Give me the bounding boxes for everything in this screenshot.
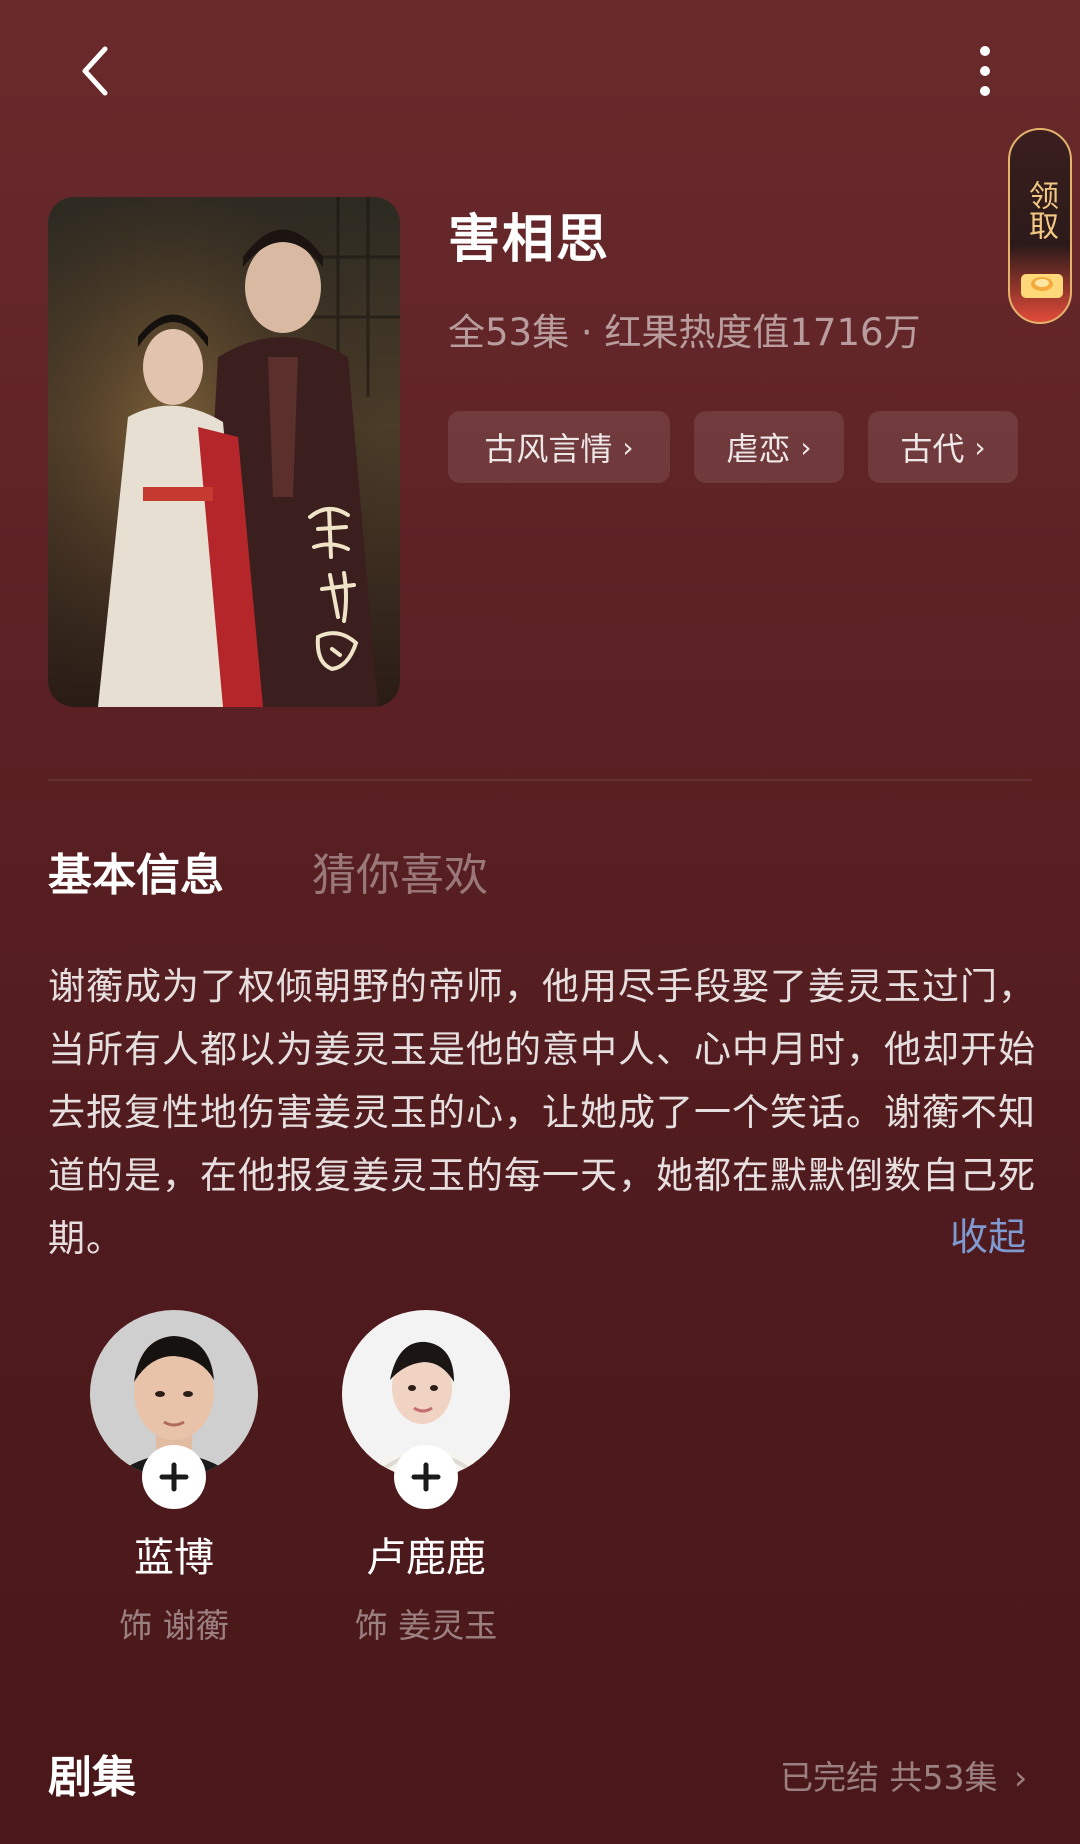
tag-angst-romance[interactable]: 虐恋 › — [694, 411, 844, 483]
episodes-status: 已完结 共53集 — [780, 1758, 998, 1797]
collapse-button[interactable]: 收起 — [950, 1205, 1026, 1269]
chevron-right-icon: › — [800, 430, 812, 464]
tag-ancient[interactable]: 古代 › — [868, 411, 1018, 483]
tag-label: 古风言情 — [484, 430, 613, 468]
tab-recommendations[interactable]: 猜你喜欢 — [312, 843, 488, 909]
more-vertical-icon — [980, 46, 990, 96]
tag-label: 虐恋 — [726, 430, 791, 468]
cast-role: 饰 姜灵玉 — [354, 1606, 498, 1645]
tab-basic-info[interactable]: 基本信息 — [48, 843, 224, 909]
drama-poster[interactable] — [48, 197, 400, 707]
chevron-left-icon — [82, 46, 108, 96]
plus-icon — [159, 1462, 189, 1492]
plus-icon — [411, 1462, 441, 1492]
follow-actor-button[interactable] — [142, 1445, 206, 1509]
chevron-right-icon: › — [622, 430, 634, 464]
cast-name: 蓝博 — [134, 1535, 214, 1581]
reward-label: 领取 — [1023, 180, 1058, 240]
reward-claim-button[interactable]: 领取 — [1008, 128, 1072, 324]
drama-title: 害相思 — [448, 210, 611, 270]
poster-image — [48, 197, 400, 707]
drama-description: 谢蘅成为了权倾朝野的帝师，他用尽手段娶了姜灵玉过门，当所有人都以为姜灵玉是他的意… — [48, 965, 1036, 1260]
back-button[interactable] — [60, 36, 130, 106]
cast-name: 卢鹿鹿 — [366, 1535, 486, 1581]
chevron-right-icon: › — [1013, 1758, 1028, 1797]
chevron-right-icon: › — [974, 430, 986, 464]
more-options-button[interactable] — [955, 36, 1015, 106]
section-divider — [48, 779, 1032, 781]
coin-icon — [1021, 274, 1063, 298]
cast-role: 饰 谢蘅 — [119, 1606, 229, 1645]
tag-label: 古代 — [900, 430, 965, 468]
follow-actor-button[interactable] — [394, 1445, 458, 1509]
episodes-heading: 剧集 — [48, 1752, 136, 1803]
drama-meta: 全53集 · 红果热度值1716万 — [448, 311, 921, 354]
episodes-status-link[interactable]: 已完结 共53集 › — [780, 1750, 1027, 1806]
tag-ancient-romance[interactable]: 古风言情 › — [448, 411, 670, 483]
